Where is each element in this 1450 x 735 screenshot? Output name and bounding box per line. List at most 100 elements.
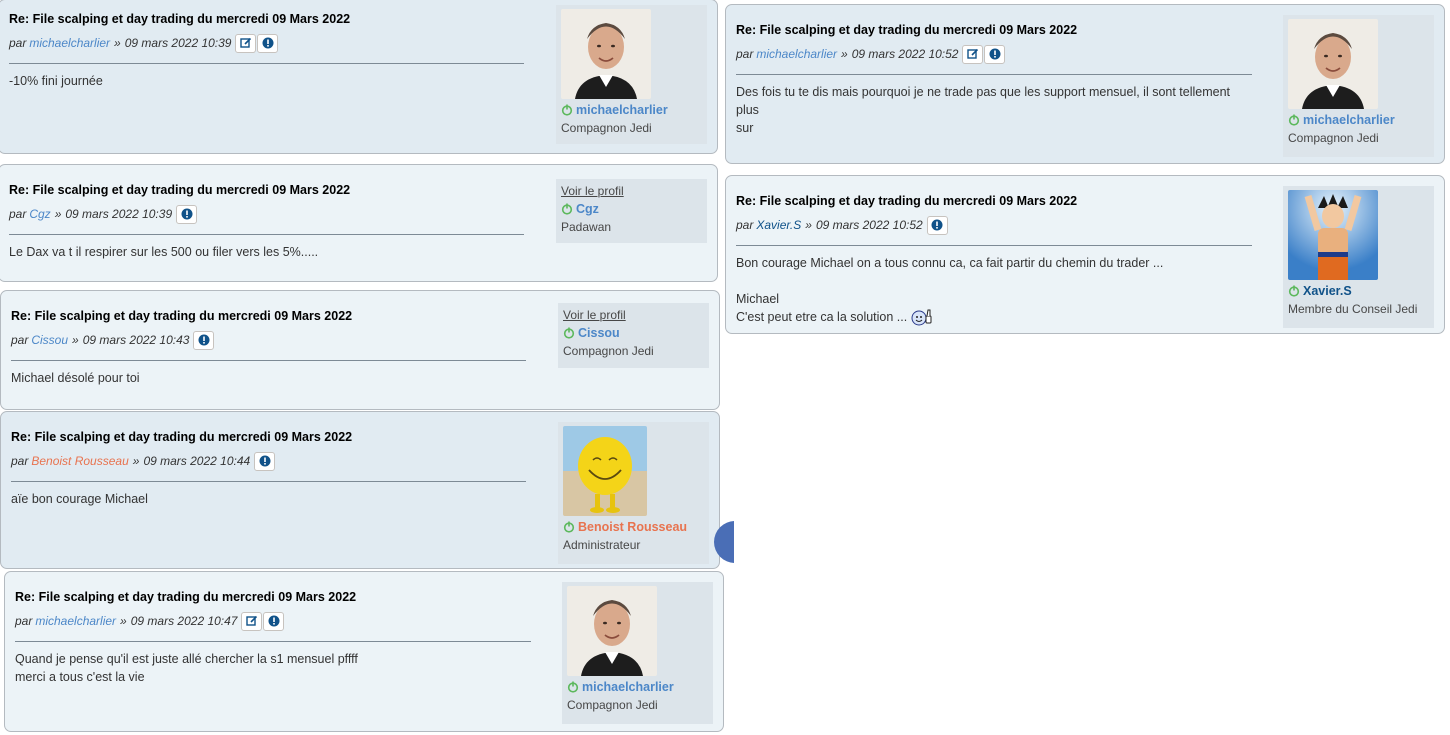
report-button[interactable] (984, 44, 1006, 64)
divider (9, 63, 524, 64)
profile-rank: Compagnon Jedi (1288, 131, 1379, 145)
author-separator: » (841, 47, 848, 61)
post-profile: Voir le profil Cgz Padawan (556, 179, 707, 243)
scroll-to-top-button[interactable] (714, 521, 734, 563)
avatar[interactable] (1288, 190, 1378, 280)
post-date: 09 mars 2022 10:52 (851, 47, 959, 61)
content-line-text: C'est peut etre ca la solution ... (736, 310, 908, 324)
content-line: C'est peut etre ca la solution ... (736, 308, 1252, 326)
post-body: Re: File scalping et day trading du merc… (11, 309, 526, 387)
post-body: Re: File scalping et day trading du merc… (11, 430, 526, 508)
author-link[interactable]: Cgz (29, 207, 50, 221)
post-title[interactable]: Re: File scalping et day trading du merc… (11, 430, 526, 444)
post-title[interactable]: Re: File scalping et day trading du merc… (736, 23, 1252, 37)
post-date: 09 mars 2022 10:47 (130, 614, 238, 628)
report-button[interactable] (176, 204, 198, 224)
profile-username-label[interactable]: Cgz (576, 202, 599, 216)
content-line: Michael désolé pour toi (11, 371, 140, 385)
post-body: Re: File scalping et day trading du merc… (15, 590, 531, 686)
profile-username[interactable]: Benoist Rousseau (563, 520, 704, 534)
post-content: Le Dax va t il respirer sur les 500 ou f… (9, 243, 524, 261)
profile-rank: Compagnon Jedi (563, 344, 654, 358)
report-button[interactable] (263, 611, 285, 631)
content-line: aïe bon courage Michael (11, 492, 148, 506)
post-title[interactable]: Re: File scalping et day trading du merc… (9, 12, 524, 26)
profile-username[interactable]: Cgz (561, 202, 702, 216)
author-separator: » (132, 454, 140, 468)
avatar[interactable] (567, 586, 657, 676)
online-power-icon (563, 521, 575, 533)
post-content: Michael désolé pour toi (11, 369, 526, 387)
profile-username[interactable]: Cissou (563, 326, 704, 340)
avatar-image (1288, 190, 1378, 280)
author-prefix: par (9, 36, 27, 50)
post: Re: File scalping et day trading du merc… (0, 411, 720, 569)
author-link[interactable]: Benoist Rousseau (31, 454, 128, 468)
divider (736, 245, 1252, 246)
profile-username-label[interactable]: michaelcharlier (576, 103, 668, 117)
content-line: sur (736, 121, 754, 135)
post-title[interactable]: Re: File scalping et day trading du merc… (9, 183, 524, 197)
report-icon (262, 37, 274, 49)
divider (11, 481, 526, 482)
post-body: Re: File scalping et day trading du merc… (9, 12, 524, 90)
profile-username[interactable]: Xavier.S (1288, 284, 1429, 298)
profile-username-label[interactable]: michaelcharlier (582, 680, 674, 694)
author-prefix: par (9, 207, 27, 221)
author-separator: » (120, 614, 127, 628)
view-profile-link[interactable]: Voir le profil (561, 184, 702, 198)
author-link[interactable]: Xavier.S (756, 218, 801, 232)
post: Re: File scalping et day trading du merc… (0, 164, 718, 282)
author-separator: » (805, 218, 812, 232)
post-author-line: par michaelcharlier » 09 mars 2022 10:39 (9, 33, 524, 53)
author-link[interactable]: michaelcharlier (756, 47, 837, 61)
profile-rank: Compagnon Jedi (567, 698, 658, 712)
author-link[interactable]: michaelcharlier (35, 614, 116, 628)
post-date: 09 mars 2022 10:43 (82, 333, 190, 347)
divider (736, 74, 1252, 75)
profile-username[interactable]: michaelcharlier (567, 680, 708, 694)
post-content: -10% fini journée (9, 72, 524, 90)
author-link[interactable]: michaelcharlier (29, 36, 110, 50)
online-power-icon (1288, 285, 1300, 297)
post-title[interactable]: Re: File scalping et day trading du merc… (15, 590, 531, 604)
post-title[interactable]: Re: File scalping et day trading du merc… (11, 309, 526, 323)
report-button[interactable] (257, 33, 279, 53)
post-date: 09 mars 2022 10:39 (65, 207, 173, 221)
post: Re: File scalping et day trading du merc… (0, 290, 720, 410)
post-author-line: par Cgz » 09 mars 2022 10:39 (9, 204, 524, 224)
post-author-line: par Cissou » 09 mars 2022 10:43 (11, 330, 526, 350)
online-power-icon (561, 203, 573, 215)
post-profile: Xavier.S Membre du Conseil Jedi (1283, 186, 1434, 328)
online-power-icon (1288, 114, 1300, 126)
report-button[interactable] (254, 451, 276, 471)
avatar[interactable] (561, 9, 651, 99)
edit-button[interactable] (235, 33, 257, 53)
profile-username-label[interactable]: michaelcharlier (1303, 113, 1395, 127)
report-button[interactable] (926, 215, 948, 235)
view-profile-link[interactable]: Voir le profil (563, 308, 704, 322)
profile-username-label[interactable]: Benoist Rousseau (578, 520, 687, 534)
profile-username[interactable]: michaelcharlier (561, 103, 702, 117)
author-separator: » (114, 36, 121, 50)
report-icon (989, 48, 1001, 60)
content-line: Des fois tu te dis mais pourquoi je ne t… (736, 85, 1231, 117)
profile-username[interactable]: michaelcharlier (1288, 113, 1429, 127)
avatar[interactable] (1288, 19, 1378, 109)
avatar-image (561, 9, 651, 99)
post-title[interactable]: Re: File scalping et day trading du merc… (736, 194, 1252, 208)
author-separator: » (54, 207, 62, 221)
report-button[interactable] (193, 330, 215, 350)
edit-button[interactable] (241, 611, 263, 631)
edit-button[interactable] (962, 44, 984, 64)
author-prefix: par (11, 454, 29, 468)
author-link[interactable]: Cissou (31, 333, 68, 347)
profile-username-label[interactable]: Cissou (578, 326, 620, 340)
profile-username-label[interactable]: Xavier.S (1303, 284, 1352, 298)
avatar-image (567, 586, 657, 676)
report-icon (931, 219, 943, 231)
content-line: Bon courage Michael on a tous connu ca, … (736, 256, 1164, 270)
post-profile: Benoist Rousseau Administrateur (558, 422, 709, 564)
content-line: merci a tous c'est la vie (15, 670, 145, 684)
avatar[interactable] (563, 426, 647, 516)
